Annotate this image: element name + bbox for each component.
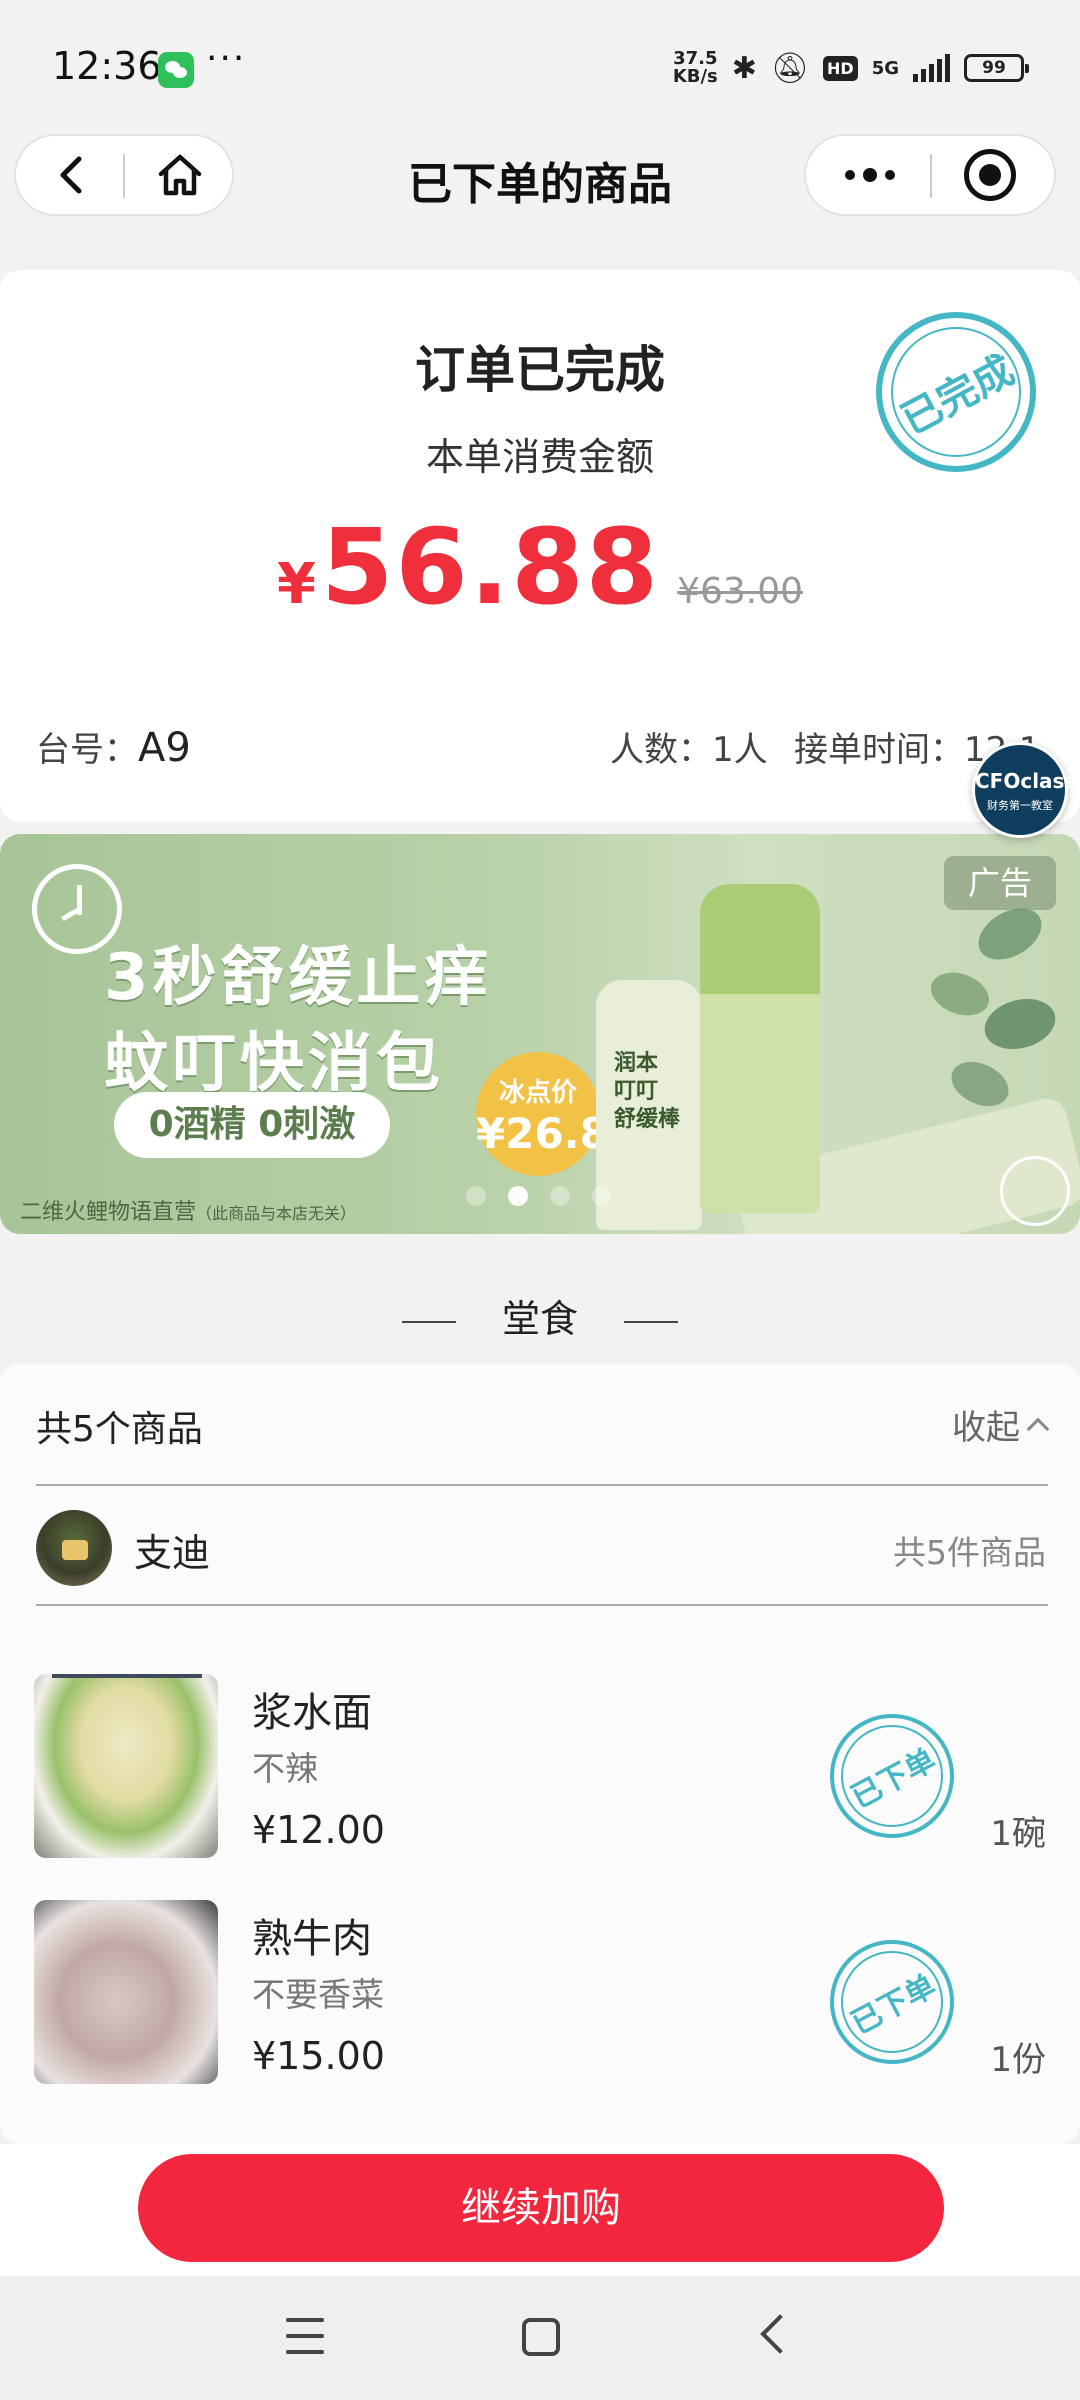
completed-stamp: 已完成	[876, 312, 1036, 472]
home-square-icon[interactable]	[522, 2318, 560, 2356]
more-dots-icon	[845, 170, 855, 180]
carousel-dot	[592, 1186, 612, 1206]
carousel-dot-active	[508, 1186, 528, 1206]
status-bar: 12:36 ··· 37.5 KB/s ✱ 🔕︎ HD 5G 99	[0, 0, 1080, 130]
dish-name: 浆水面	[252, 1690, 372, 1736]
dish-price: ¥12.00	[252, 1808, 385, 1852]
carousel-dot	[466, 1186, 486, 1206]
original-price: ¥63.00	[677, 571, 804, 612]
ad-product-text: 润本 叮叮 舒缓棒	[614, 1051, 681, 1132]
table-number-value: A9	[138, 725, 191, 771]
dish-quantity: 1份	[990, 2040, 1046, 2080]
people-count: 人数：1人	[610, 730, 768, 770]
item-count: 共5件商品	[893, 1533, 1046, 1572]
dish-name: 熟牛肉	[252, 1916, 372, 1962]
section-title: 堂食	[501, 1297, 578, 1341]
cfoclass-floating-badge[interactable]: CFOclass 财务第一教室	[972, 742, 1077, 838]
dish-quantity: 1碗	[990, 1814, 1046, 1854]
carousel-dot	[550, 1186, 570, 1206]
collapse-label: 收起	[952, 1408, 1020, 1448]
network-speed-unit: KB/s	[672, 66, 718, 87]
system-navigation-bar	[0, 2276, 1080, 2400]
ad-source: 二维火鲤物语直营（此商品与本店无关）	[20, 1194, 356, 1226]
carousel-indicator	[466, 1186, 612, 1206]
order-amount: 56.88	[321, 506, 660, 628]
price-row: ¥ 56.88 ¥63.00	[0, 506, 1080, 628]
ad-disclaimer: （此商品与本店无关）	[196, 1204, 357, 1223]
ad-price-value: ¥26.8	[476, 1109, 609, 1158]
badge-subtitle: 财务第一教室	[987, 799, 1053, 812]
nav-right-capsule	[804, 134, 1056, 216]
ad-source-text: 二维火鲤物语直营	[20, 1200, 197, 1225]
badge-title: CFOclass	[975, 769, 1077, 793]
goods-card: 共5个商品 收起 支迪 共5件商品 浆水面 不辣 ¥12.00 已下单 1碗 熟…	[0, 1364, 1080, 2144]
status-indicators: 37.5 KB/s ✱ 🔕︎ HD 5G 99	[673, 46, 1029, 90]
brand-logo-icon	[1000, 1156, 1070, 1226]
dish-image	[34, 1674, 218, 1858]
dish-note: 不要香菜	[252, 1975, 384, 2014]
customer-name: 支迪	[134, 1531, 211, 1575]
ad-banner[interactable]: 3秒舒缓止痒 蚊叮快消包 0酒精 0刺激 冰点价 ¥26.8 润本 叮叮 舒缓棒…	[0, 834, 1080, 1234]
section-line-left	[401, 1320, 456, 1323]
dish-note: 不辣	[252, 1749, 318, 1788]
completed-stamp-text: 已完成	[894, 347, 1022, 445]
section-header: 堂食	[0, 1288, 1080, 1341]
ad-tag: 广告	[944, 856, 1056, 910]
order-summary-card: 订单已完成 本单消费金额 ¥ 56.88 ¥63.00 已完成 台号：A9 人数…	[0, 270, 1080, 822]
hd-icon: HD	[823, 55, 858, 81]
menu-icon[interactable]	[286, 2318, 324, 2354]
nav-divider	[930, 154, 932, 198]
ad-headline-2: 蚊叮快消包	[104, 1027, 444, 1101]
ordered-stamp-text: 已下单	[845, 1968, 942, 2042]
network-speed: 37.5 KB/s	[673, 50, 718, 86]
goods-total: 共5个商品	[36, 1409, 203, 1450]
close-target-icon[interactable]	[964, 149, 1016, 201]
table-number: 台号：A9	[36, 722, 191, 771]
divider	[36, 1484, 1048, 1486]
continue-ordering-button[interactable]: 继续加购	[138, 2154, 944, 2262]
collapse-button[interactable]: 收起	[952, 1400, 1050, 1449]
signal-icon	[913, 54, 950, 82]
ad-feature-pill: 0酒精 0刺激	[114, 1092, 390, 1158]
status-time: 12:36	[52, 44, 162, 88]
list-item[interactable]: 熟牛肉 不要香菜 ¥15.00 已下单 1份	[0, 1900, 1080, 2090]
table-number-label: 台号：	[36, 730, 138, 770]
more-button[interactable]	[826, 142, 914, 208]
ad-price-label: 冰点价	[498, 1078, 577, 1108]
ordered-stamp: 已下单	[830, 1940, 954, 2064]
chevron-up-icon	[1026, 1417, 1050, 1440]
status-more-icon: ···	[206, 38, 247, 79]
avatar	[36, 1510, 112, 1586]
list-item[interactable]: 浆水面 不辣 ¥12.00 已下单 1碗	[0, 1674, 1080, 1864]
section-line-right	[624, 1320, 678, 1323]
ad-product-stick	[700, 884, 820, 1214]
ordered-stamp-text: 已下单	[845, 1742, 942, 1816]
bell-off-icon: 🔕︎	[770, 50, 810, 86]
wechat-icon	[158, 52, 194, 88]
divider	[36, 1604, 1048, 1606]
leaf-decoration-icon	[930, 908, 1056, 1107]
dish-price: ¥15.00	[252, 2034, 385, 2078]
dish-image	[34, 1900, 218, 2084]
back-chevron-icon[interactable]	[760, 2314, 800, 2354]
ordered-stamp: 已下单	[830, 1714, 954, 1838]
network-type: 5G	[871, 57, 899, 79]
ad-price-badge: 冰点价 ¥26.8	[476, 1052, 609, 1176]
battery-icon: 99	[964, 54, 1029, 82]
currency-symbol: ¥	[276, 552, 316, 617]
ad-headline-1: 3秒舒缓止痒	[104, 941, 493, 1015]
bluetooth-icon: ✱	[731, 50, 757, 86]
